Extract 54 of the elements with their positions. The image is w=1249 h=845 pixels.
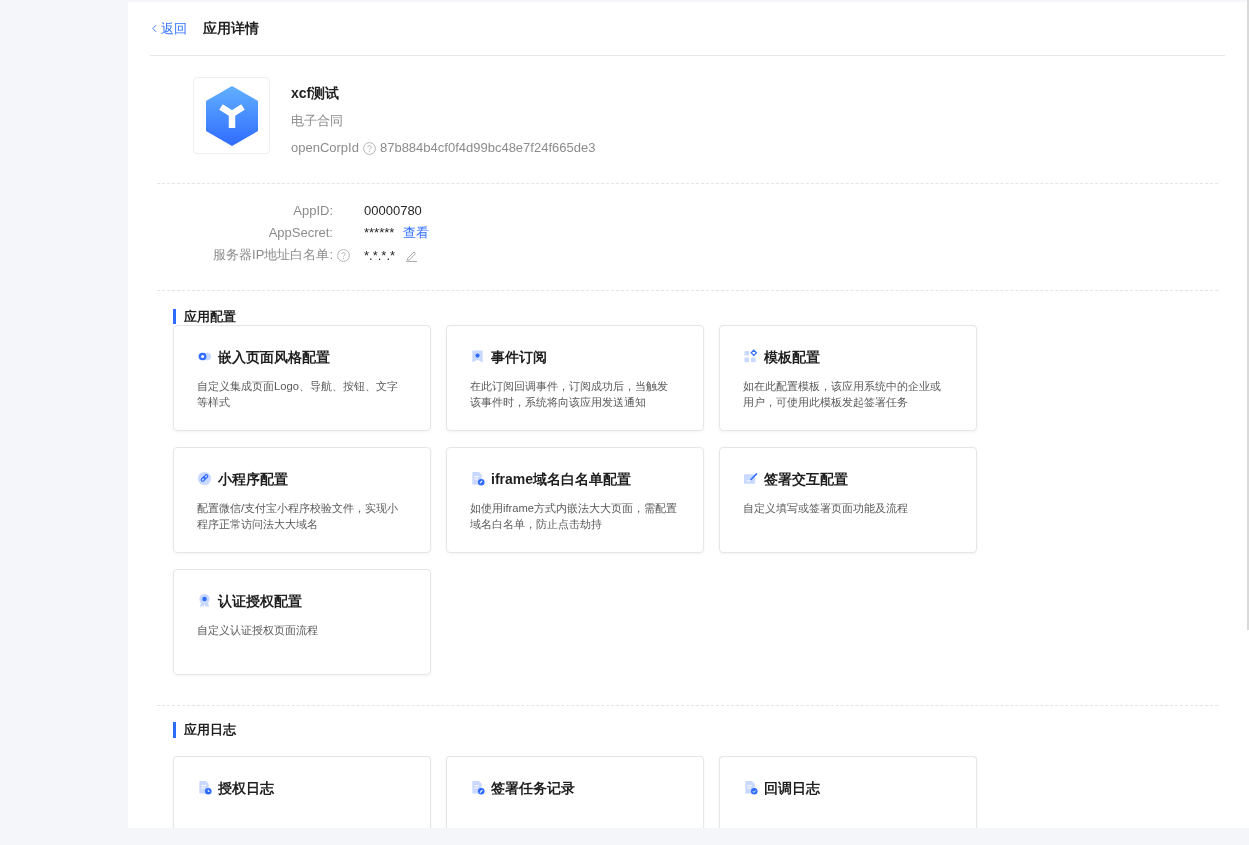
card-description: 自定义填写或签署页面功能及流程 bbox=[743, 500, 909, 516]
card-title: 授权日志 bbox=[218, 778, 274, 797]
field-label: 服务器IP地址白名单: bbox=[213, 246, 333, 265]
card-title: 模板配置 bbox=[764, 347, 820, 366]
config-card[interactable]: 认证授权配置 自定义认证授权页面流程 bbox=[173, 568, 431, 675]
field-value: *.*.*.* bbox=[364, 247, 396, 263]
corp-id-value: 87b884b4cf0f4d99bc48e7f24f665de3 bbox=[379, 139, 596, 157]
card-title: 签署交互配置 bbox=[764, 469, 848, 488]
link-icon bbox=[197, 471, 212, 486]
card-title: 回调日志 bbox=[764, 778, 820, 797]
card-title: iframe域名白名单配置 bbox=[491, 469, 632, 488]
medal-icon bbox=[197, 593, 212, 608]
scrollbar-thumb[interactable] bbox=[1247, 0, 1249, 630]
back-link[interactable]: 返回 bbox=[152, 19, 187, 38]
corp-id-label: openCorpId bbox=[291, 139, 359, 157]
card-description: 配置微信/支付宝小程序校验文件，实现小程序正常访问法大大域名 bbox=[197, 500, 400, 532]
field-value: ****** bbox=[364, 225, 395, 241]
field-label: AppSecret: bbox=[268, 225, 333, 241]
page-title: 应用详情 bbox=[203, 19, 259, 38]
card-title: 小程序配置 bbox=[218, 469, 288, 488]
document-clock-icon bbox=[197, 780, 212, 795]
field-value: 00000780 bbox=[364, 202, 422, 218]
config-card[interactable]: iframe域名白名单配置 如使用iframe方式内嵌法大大页面，需配置域名白名单，防止点击劫持 bbox=[446, 446, 704, 553]
card-title: 嵌入页面风格配置 bbox=[218, 347, 330, 366]
document-icon bbox=[470, 471, 485, 486]
config-card[interactable]: 模板配置 如在此配置模板，该应用系统中的企业或用户，可使用此模板发起签署任务 bbox=[719, 324, 977, 431]
card-description: 如使用iframe方式内嵌法大大页面，需配置域名白名单，防止点击劫持 bbox=[470, 500, 678, 532]
bookmark-icon bbox=[470, 349, 485, 364]
log-card[interactable]: 授权日志 bbox=[173, 755, 431, 828]
config-card[interactable]: 签署交互配置 自定义填写或签署页面功能及流程 bbox=[719, 446, 977, 553]
card-description: 自定义集成页面Logo、导航、按钮、文字等样式 bbox=[197, 378, 399, 410]
config-card[interactable]: 嵌入页面风格配置 自定义集成页面Logo、导航、按钮、文字等样式 bbox=[173, 324, 431, 431]
app-name: xcf测试 bbox=[291, 84, 341, 103]
document-check-icon bbox=[743, 780, 758, 795]
log-card[interactable]: 签署任务记录 bbox=[446, 755, 704, 828]
card-title: 签署任务记录 bbox=[491, 778, 575, 797]
grid-icon bbox=[743, 349, 758, 364]
help-icon bbox=[362, 141, 376, 155]
form-pen-icon bbox=[743, 471, 758, 486]
card-description: 自定义认证授权页面流程 bbox=[197, 622, 319, 638]
card-description: 在此订阅回调事件，订阅成功后，当触发该事件时，系统将向该应用发送通知 bbox=[470, 378, 669, 410]
view-link[interactable]: 查看 bbox=[403, 223, 430, 242]
card-description: 如在此配置模板，该应用系统中的企业或用户，可使用此模板发起签署任务 bbox=[743, 378, 942, 410]
field-label: AppID: bbox=[293, 202, 333, 218]
section-title: 应用日志 bbox=[173, 721, 236, 738]
document-pen-icon bbox=[470, 780, 485, 795]
section-title: 应用配置 bbox=[173, 308, 236, 324]
app-category: 电子合同 bbox=[291, 112, 344, 130]
card-title: 认证授权配置 bbox=[218, 591, 302, 610]
log-card[interactable]: 回调日志 bbox=[719, 755, 977, 828]
card-title: 事件订阅 bbox=[491, 347, 547, 366]
chevron-left-icon bbox=[152, 24, 157, 33]
config-card[interactable]: 事件订阅 在此订阅回调事件，订阅成功后，当触发该事件时，系统将向该应用发送通知 bbox=[446, 324, 704, 431]
config-card[interactable]: 小程序配置 配置微信/支付宝小程序校验文件，实现小程序正常访问法大大域名 bbox=[173, 446, 431, 553]
